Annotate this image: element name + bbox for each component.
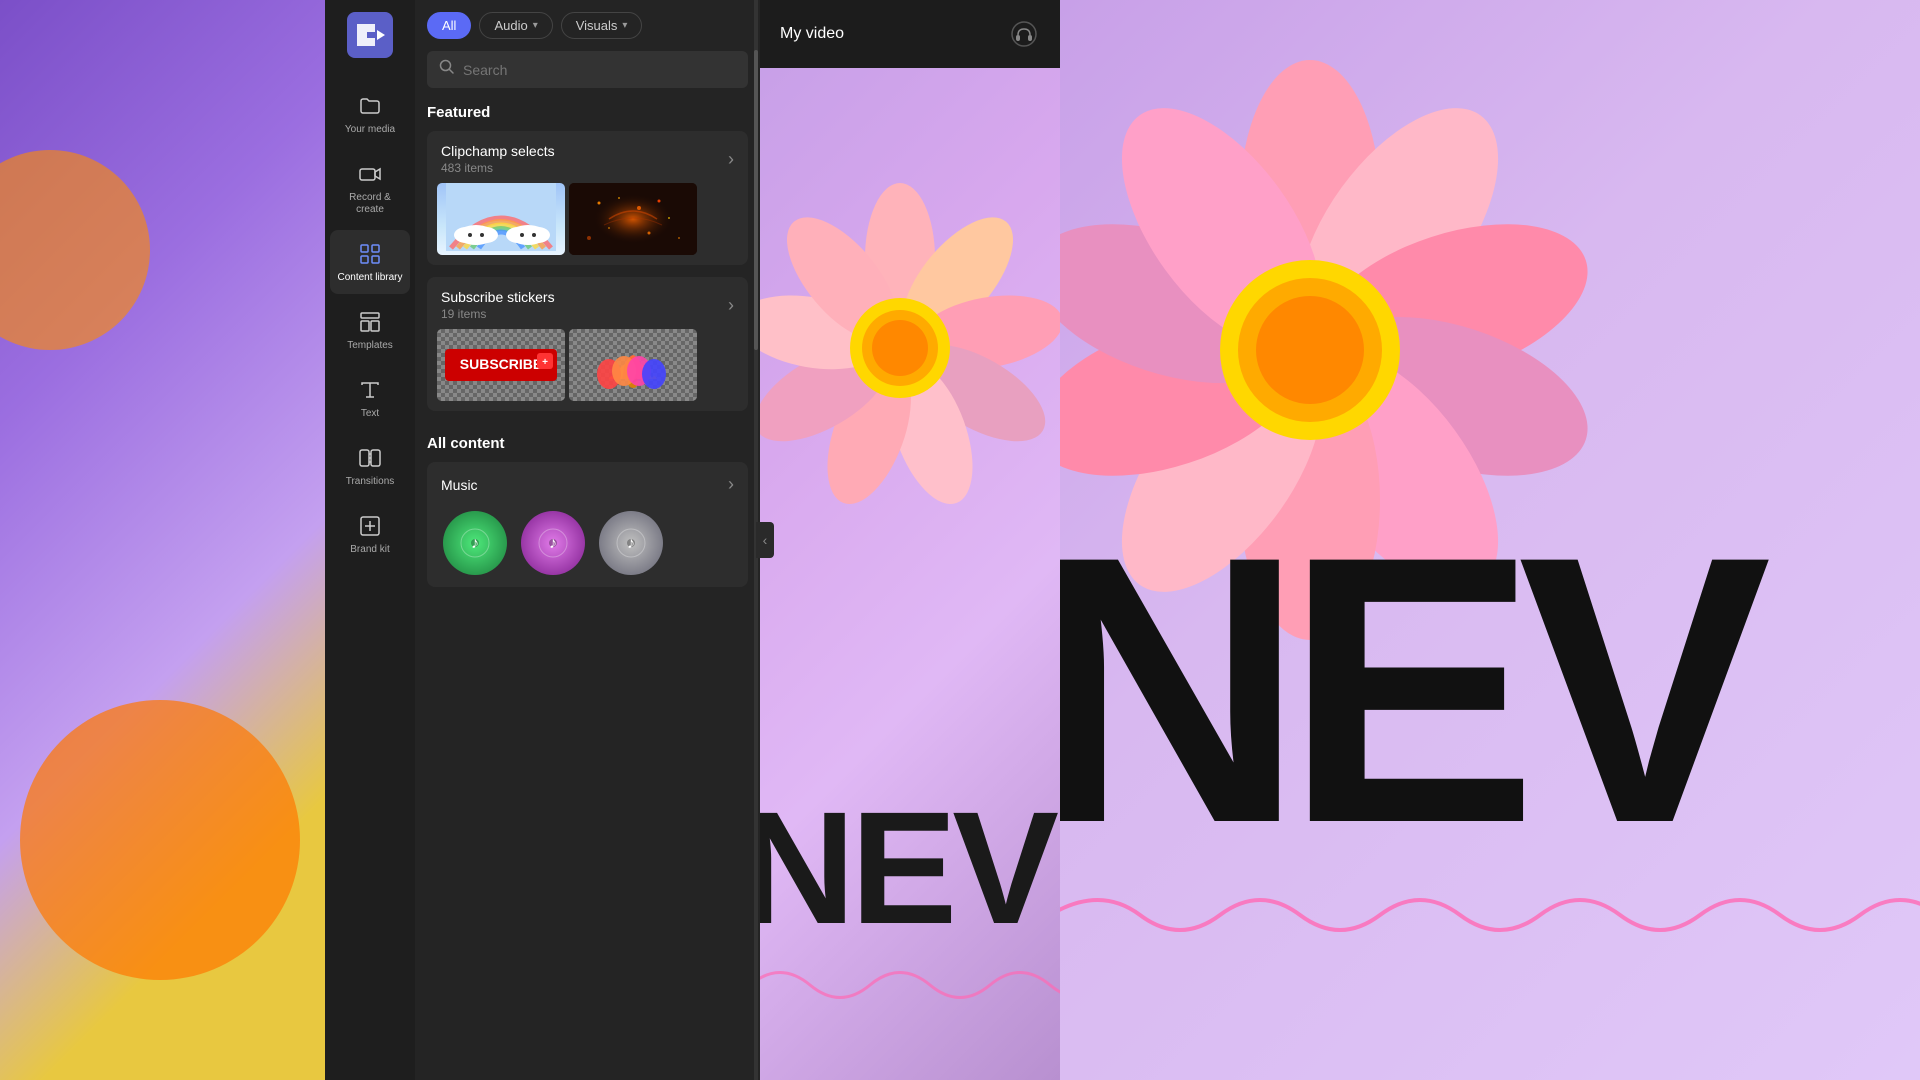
filter-visuals-button[interactable]: Visuals ▾ (561, 12, 643, 39)
svg-text:+: + (542, 357, 548, 368)
bottom-squiggle (1060, 875, 1920, 960)
thumbnail-rainbow (437, 183, 565, 255)
thumbnail-particles (569, 183, 697, 255)
filter-audio-button[interactable]: Audio ▾ (479, 12, 552, 39)
music-disc-green: ♪ (443, 511, 507, 575)
content-library-icon (356, 240, 384, 268)
all-content-section: All content Music › ♪ (415, 423, 760, 587)
svg-text:♪: ♪ (627, 535, 635, 552)
sidebar-item-your-media[interactable]: Your media (330, 82, 410, 146)
sidebar-item-templates-label: Templates (347, 340, 393, 352)
background-left (0, 0, 325, 1080)
clipchamp-selects-arrow: › (728, 149, 734, 170)
app-logo[interactable] (345, 10, 395, 60)
clipchamp-selects-thumbnails (427, 183, 748, 265)
content-panel: All Audio ▾ Visuals ▾ Featured Clipchamp… (415, 0, 760, 1080)
collapse-panel-button[interactable]: ‹ (756, 522, 774, 558)
audio-chevron-icon: ▾ (533, 20, 538, 31)
subscribe-stickers-card[interactable]: Subscribe stickers 19 items › (427, 277, 748, 411)
search-bar (427, 51, 748, 88)
folder-icon (356, 92, 384, 120)
transitions-icon (356, 444, 384, 472)
headphone-icon[interactable] (1008, 18, 1040, 50)
sidebar-item-content-library-label: Content library (337, 272, 402, 284)
preview-text-nev: NEV (760, 776, 1054, 960)
all-content-title: All content (415, 431, 760, 462)
far-right-background: NEV (1060, 0, 1920, 1080)
subscribe-stickers-subtitle: 19 items (441, 307, 555, 321)
sidebar-item-content-library[interactable]: Content library (330, 230, 410, 294)
sidebar-item-brand-kit-label: Brand kit (350, 544, 389, 556)
filter-audio-label: Audio (494, 18, 527, 33)
svg-text:SUBSCRIBE: SUBSCRIBE (460, 356, 542, 372)
scroll-thumb[interactable] (754, 50, 758, 350)
subscribe-stickers-arrow: › (728, 295, 734, 316)
preview-title: My video (780, 25, 844, 43)
music-card[interactable]: Music › ♪ ♪ (427, 462, 748, 587)
clipchamp-selects-card[interactable]: Clipchamp selects 483 items › (427, 131, 748, 265)
sidebar-item-record-create-label: Record & create (349, 192, 391, 216)
camera-icon (356, 160, 384, 188)
music-disc-pink: ♪ (521, 511, 585, 575)
sidebar-item-text[interactable]: Text (330, 366, 410, 430)
sidebar: Your media Record & create Content libra… (325, 0, 415, 1080)
music-icons-row: ♪ ♪ ♪ (427, 503, 748, 587)
preview-flower (760, 148, 1060, 548)
sidebar-item-brand-kit[interactable]: Brand kit (330, 502, 410, 566)
templates-icon (356, 308, 384, 336)
preview-canvas: NEV (760, 68, 1060, 1080)
filter-bar: All Audio ▾ Visuals ▾ (415, 0, 760, 51)
filter-all-button[interactable]: All (427, 12, 471, 39)
sidebar-item-record-create[interactable]: Record & create (330, 150, 410, 226)
thumbnail-subscribe-sticker: SUBSCRIBE + (437, 329, 565, 401)
svg-text:♪: ♪ (549, 535, 557, 552)
subscribe-stickers-header: Subscribe stickers 19 items › (427, 277, 748, 329)
collapse-chevron-icon: ‹ (763, 532, 768, 548)
large-nev-text: NEV (1060, 500, 1751, 880)
preview-squiggle (760, 955, 1060, 1020)
preview-header: My video (760, 0, 1060, 68)
sidebar-item-templates[interactable]: Templates (330, 298, 410, 362)
sidebar-item-your-media-label: Your media (345, 124, 395, 136)
visuals-chevron-icon: ▾ (622, 20, 627, 31)
svg-text:♪: ♪ (471, 535, 479, 552)
clipchamp-selects-title: Clipchamp selects (441, 143, 555, 159)
subscribe-stickers-thumbnails: SUBSCRIBE + (427, 329, 748, 411)
filter-visuals-label: Visuals (576, 18, 618, 33)
search-input[interactable] (463, 62, 736, 78)
sidebar-item-transitions-label: Transitions (346, 476, 395, 488)
thumbnail-bell-sticker (569, 329, 697, 401)
featured-section-title: Featured (415, 100, 760, 131)
music-card-header: Music › (427, 462, 748, 503)
search-icon (439, 59, 455, 80)
text-icon (356, 376, 384, 404)
music-card-arrow: › (728, 474, 734, 495)
music-disc-gray: ♪ (599, 511, 663, 575)
brand-kit-icon (356, 512, 384, 540)
sidebar-item-transitions[interactable]: Transitions (330, 434, 410, 498)
sidebar-item-text-label: Text (361, 408, 379, 420)
clipchamp-selects-header: Clipchamp selects 483 items › (427, 131, 748, 183)
music-card-title: Music (441, 477, 478, 493)
subscribe-stickers-title: Subscribe stickers (441, 289, 555, 305)
preview-panel: My video (760, 0, 1060, 1080)
clipchamp-selects-subtitle: 483 items (441, 161, 555, 175)
